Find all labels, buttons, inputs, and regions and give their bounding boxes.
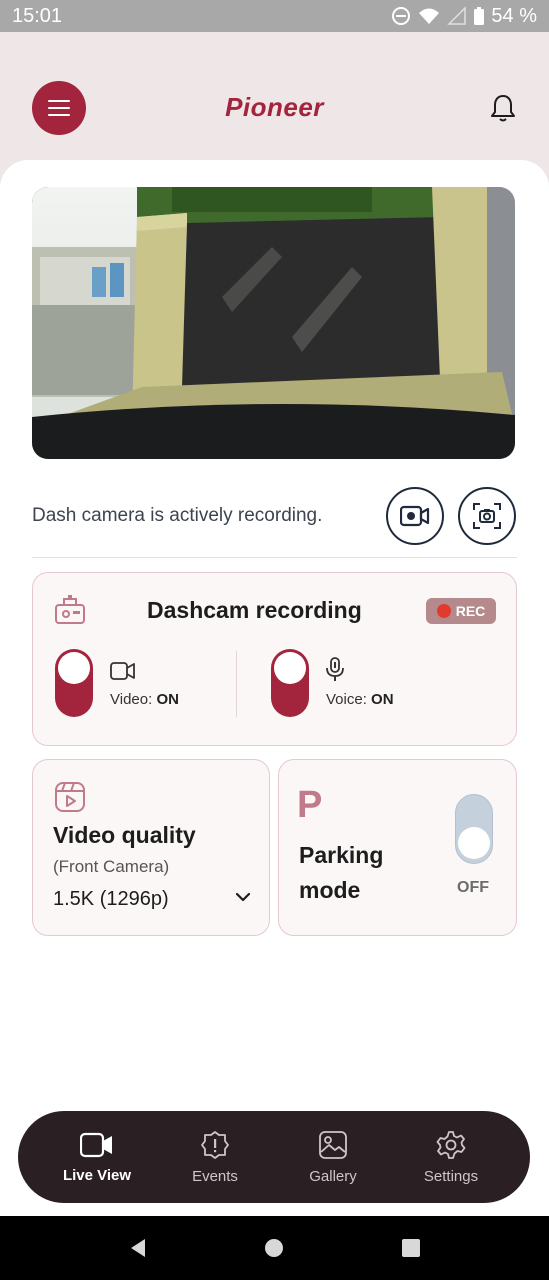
snapshot-button[interactable] (458, 487, 516, 545)
gear-icon (436, 1130, 466, 1159)
parking-state-label: OFF (457, 879, 489, 896)
battery-icon (474, 7, 485, 25)
battery-text: 54 % (491, 4, 537, 27)
live-view-feed[interactable] (32, 187, 515, 459)
video-status: Video: ON (110, 691, 179, 708)
brand-logo: Pioneer (225, 92, 324, 122)
status-time: 15:01 (12, 4, 63, 27)
video-icon (80, 1132, 112, 1157)
rec-badge: REC (426, 598, 496, 624)
image-icon (319, 1130, 347, 1159)
dashcam-recording-card: Dashcam recording REC Video: ON Voice: O… (32, 572, 517, 746)
video-quality-card[interactable]: Video quality (Front Camera) 1.5K (1296p… (32, 759, 270, 936)
bell-icon (491, 95, 515, 122)
home-icon[interactable] (263, 1237, 285, 1259)
chevron-down-icon[interactable] (235, 892, 251, 902)
camera-capture-icon (473, 503, 501, 529)
toggle-divider (236, 651, 237, 717)
nav-label: Settings (423, 1167, 479, 1185)
voice-toggle[interactable] (271, 649, 309, 717)
app-header: Pioneer (0, 32, 549, 162)
dnd-icon (392, 7, 411, 25)
parking-mode-card: P Parking mode OFF (278, 759, 517, 936)
rec-dot-icon (436, 604, 451, 618)
notifications-button[interactable] (487, 90, 519, 126)
quality-value[interactable]: 1.5K (1296p) (53, 888, 169, 911)
system-navigation-bar (0, 1216, 549, 1280)
alert-icon (201, 1130, 229, 1159)
quality-title: Video quality (53, 822, 196, 848)
video-record-icon (400, 505, 430, 527)
main-sheet: Dash camera is actively recording. Dashc… (0, 160, 549, 1216)
wifi-icon (419, 8, 440, 24)
back-icon[interactable] (127, 1237, 149, 1259)
rec-badge-label: REC (455, 603, 486, 619)
nav-events[interactable]: Events (165, 1130, 265, 1185)
camera-feed-image (32, 187, 515, 459)
status-icons: 54 % (391, 5, 537, 28)
voice-status: Voice: ON (326, 691, 394, 708)
bottom-navigation: Live View Events Gallery Settings (18, 1111, 530, 1203)
recents-icon[interactable] (400, 1237, 422, 1259)
nav-settings[interactable]: Settings (401, 1130, 501, 1185)
dashcam-icon (55, 595, 85, 624)
parking-mode-toggle[interactable] (455, 794, 493, 864)
parking-title: Parking mode (299, 842, 384, 903)
nav-label: Live View (62, 1166, 132, 1184)
parking-p-icon: P (297, 784, 323, 826)
video-toggle[interactable] (55, 649, 93, 717)
video-reel-icon (55, 782, 85, 812)
nav-gallery[interactable]: Gallery (283, 1130, 383, 1185)
section-divider (32, 557, 517, 558)
quality-subtitle: (Front Camera) (53, 857, 170, 876)
signal-icon (447, 6, 467, 25)
nav-label: Events (192, 1167, 238, 1185)
nav-live-view[interactable]: Live View (47, 1131, 147, 1184)
record-video-button[interactable] (386, 487, 444, 545)
nav-label: Gallery (309, 1167, 357, 1185)
card-title: Dashcam recording (147, 597, 362, 623)
status-bar: 15:01 54 % (0, 0, 549, 32)
recording-status-text: Dash camera is actively recording. (32, 505, 323, 526)
microphone-icon (326, 657, 344, 681)
camera-icon (110, 662, 135, 680)
